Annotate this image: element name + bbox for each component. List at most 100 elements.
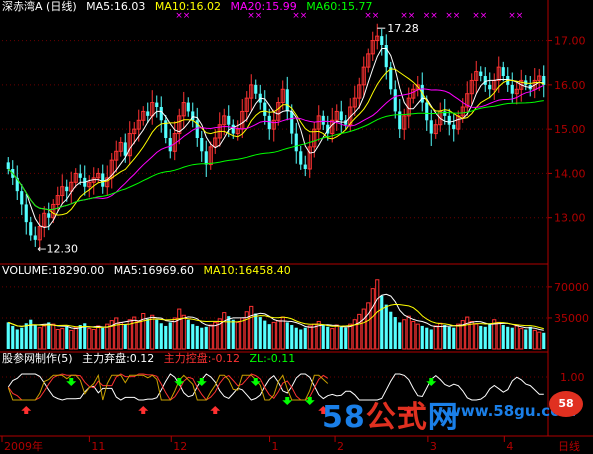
volume-bar-up xyxy=(69,329,74,350)
candle-down xyxy=(285,89,289,112)
candle-down xyxy=(6,162,10,169)
sell-arrow-down-icon xyxy=(426,378,437,386)
candle-down xyxy=(393,89,397,112)
volume-bar-up xyxy=(105,323,110,350)
volume-legend: VOLUME:18290.00 MA5:16969.60 MA10:16458.… xyxy=(2,264,297,277)
candle-down xyxy=(168,138,172,152)
volume-bar-down xyxy=(29,319,33,349)
price-tick-label: 16.00 xyxy=(554,79,586,92)
volume-bar-up xyxy=(91,328,96,350)
volume-bar-down xyxy=(47,322,51,349)
candle-down xyxy=(159,107,163,121)
volume-bar-down xyxy=(524,329,528,349)
volume-bar-up xyxy=(276,320,281,350)
candle-down xyxy=(479,71,483,76)
volume-bar-up xyxy=(532,329,537,350)
indicator-name: 股参网制作(5) xyxy=(2,352,73,365)
volume-bar-down xyxy=(501,325,505,349)
x-tick-label: 2009年 xyxy=(4,439,43,453)
candle-down xyxy=(33,235,37,240)
x-tick-label: 12 xyxy=(173,440,187,453)
x-tick-label: 1 xyxy=(272,440,279,453)
legend-zhuli-qipan: 主力弃盘:0.12 xyxy=(82,352,155,365)
volume-bar-up xyxy=(87,328,92,350)
volume-ma-lines xyxy=(8,293,544,331)
volume-bar-up xyxy=(474,323,479,350)
candle-down xyxy=(483,76,487,85)
top-signal-marker: ×× xyxy=(423,11,438,21)
volume-bar-up xyxy=(51,323,56,350)
volume-bar-down xyxy=(78,325,82,349)
volume-bar-up xyxy=(433,325,438,350)
legend-ma10: MA10:16.02 xyxy=(154,0,222,13)
volume-bar-down xyxy=(101,327,105,349)
volume-bar-down xyxy=(429,329,433,349)
indicator-tick-label: 1.00 xyxy=(560,371,585,384)
volume-bar-up xyxy=(465,316,470,350)
volume-bar-up xyxy=(312,323,317,350)
volume-bar-up xyxy=(55,328,60,350)
volume-bar-up xyxy=(514,325,519,350)
legend-vol-ma10: MA10:16458.40 xyxy=(203,264,291,277)
candle-down xyxy=(488,84,492,90)
volume-bar-up xyxy=(114,317,119,350)
legend-ma20: MA20:15.99 xyxy=(230,0,297,13)
volume-bar-down xyxy=(155,319,159,349)
volume-bar-down xyxy=(483,326,487,349)
volume-bar-up xyxy=(280,316,285,350)
ma10-line xyxy=(7,68,544,216)
candle-down xyxy=(303,164,307,169)
top-signal-marker: ×× xyxy=(400,11,415,21)
volume-bar-up xyxy=(307,325,312,350)
volume-bar-down xyxy=(263,320,267,349)
volume-bar-up xyxy=(222,312,227,350)
volume-bar-up xyxy=(249,305,254,350)
volume-bar-down xyxy=(164,325,168,349)
candle-down xyxy=(29,222,33,236)
candle-down xyxy=(452,124,456,130)
volume-bar-down xyxy=(6,322,10,349)
volume-bar-up xyxy=(271,321,276,350)
candle-down xyxy=(263,102,267,116)
volume-tick-label: 70000 xyxy=(554,281,589,294)
sell-arrow-down-icon xyxy=(66,378,77,386)
candle-down xyxy=(123,142,127,156)
candle-down xyxy=(20,191,24,205)
volume-bar-up xyxy=(348,323,353,350)
moving-average-lines xyxy=(7,48,545,229)
candle-down xyxy=(146,111,150,116)
chart-canvas[interactable]: 17.28←12.30 ×× ×× ×× ×× ×× ×× ×× ×× ×× 13.0014.0… xyxy=(0,0,593,454)
volume-bar-down xyxy=(443,325,447,349)
ma20-line xyxy=(7,84,545,211)
volume-bar-down xyxy=(344,327,348,349)
legend-ma60: MA60:15.77 xyxy=(306,0,373,13)
candle-down xyxy=(429,120,433,134)
volume-bar-down xyxy=(339,326,343,349)
volume-bar-down xyxy=(384,304,388,349)
volume-bar-up xyxy=(334,324,339,350)
candle-down xyxy=(425,102,429,121)
volume-ma5-line xyxy=(8,293,544,331)
volume-bar-down xyxy=(398,322,402,349)
volume-bar-up xyxy=(96,325,101,350)
x-axis: 2009年 11 12 1 2 3 4 日线 xyxy=(1,436,580,453)
volume-bar-up xyxy=(496,321,501,350)
volume-bar-down xyxy=(258,317,262,349)
stock-title: 深赤湾A (日线) xyxy=(2,0,77,13)
high-price-label: 17.28 xyxy=(387,22,419,35)
candle-down xyxy=(24,204,28,223)
candle-down xyxy=(290,111,294,134)
volume-bar-up xyxy=(361,308,366,350)
volume-bar-down xyxy=(393,317,397,349)
volume-bar-up xyxy=(181,314,186,350)
candlestick-series: 17.28 ←12.30 xyxy=(6,22,546,256)
price-tick-label: 13.00 xyxy=(554,212,586,225)
volume-bar-up xyxy=(136,320,141,350)
volume-tick-label: 35000 xyxy=(554,312,589,325)
volume-bar-up xyxy=(177,308,182,350)
top-signal-marker: ×× xyxy=(445,11,460,21)
volume-bar-up xyxy=(73,327,78,350)
volume-bar-up xyxy=(118,321,123,350)
candle-down xyxy=(101,173,105,187)
x-tick-label: 日线 xyxy=(558,439,580,453)
